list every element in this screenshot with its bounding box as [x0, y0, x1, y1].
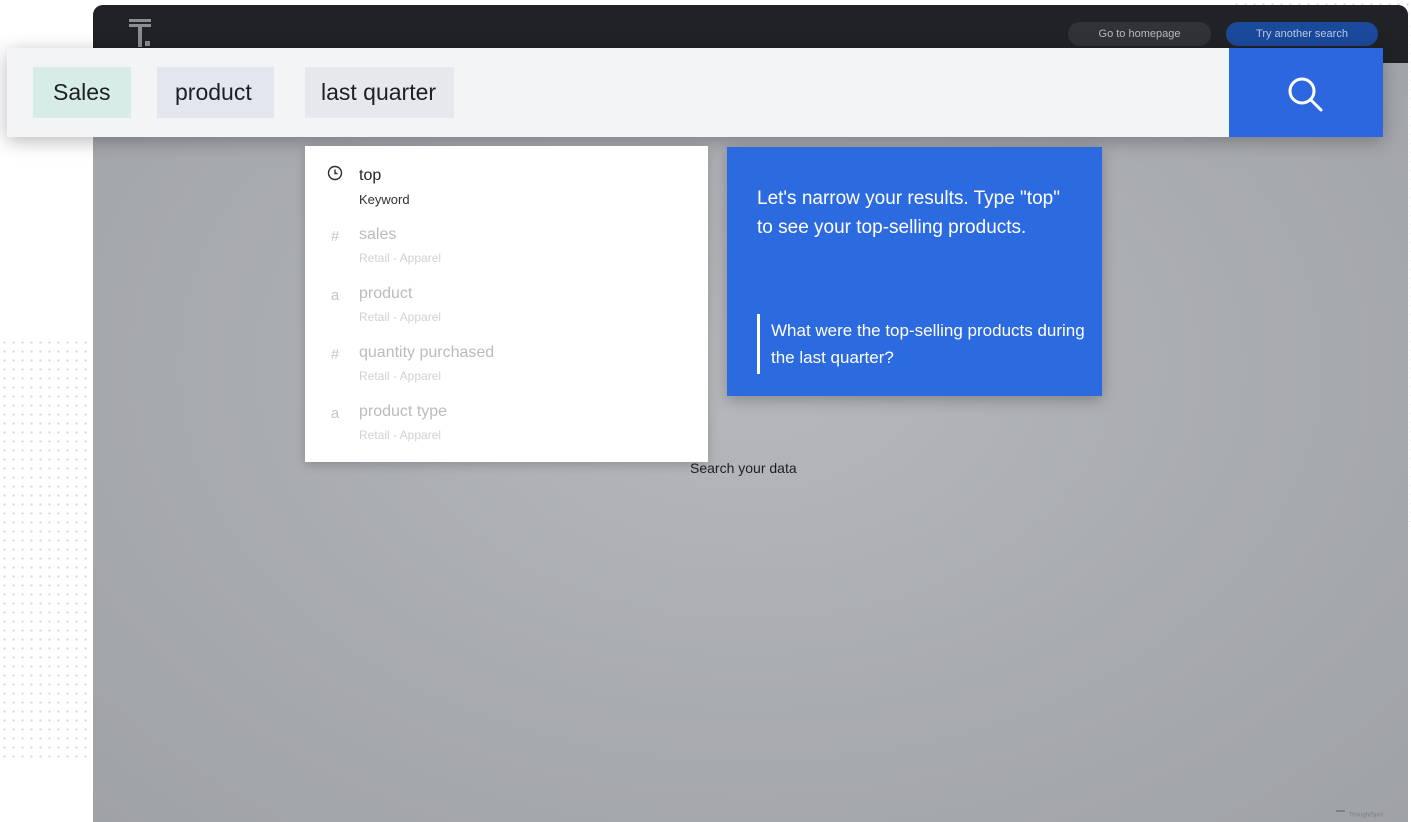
callout-text: Let's narrow your results. Type "top" to…: [757, 188, 1060, 238]
thoughtspot-logo-icon: [1335, 810, 1345, 820]
suggestion-source: Retail - Apparel: [359, 310, 442, 324]
suggestion-top[interactable]: top Keyword: [305, 160, 708, 216]
search-bar[interactable]: Sales product last quarter: [7, 48, 1383, 137]
go-to-homepage-button[interactable]: Go to homepage: [1068, 22, 1211, 46]
attribute-icon: a: [330, 287, 340, 304]
callout-quote-bar: [757, 314, 760, 374]
search-token-product[interactable]: product: [157, 67, 274, 118]
suggestion-name: quantity purchased: [359, 344, 495, 361]
attribute-icon: a: [330, 405, 340, 422]
measure-icon: #: [330, 346, 340, 363]
clock-icon: [325, 165, 345, 185]
suggestion-quantity-purchased[interactable]: # quantity purchased Retail - Apparel: [305, 337, 708, 393]
dot-pattern-left: [0, 338, 92, 758]
suggestion-name: product type: [359, 403, 448, 420]
search-token-sales[interactable]: Sales: [33, 67, 131, 118]
search-button[interactable]: [1229, 48, 1383, 137]
suggestion-source: Retail - Apparel: [359, 428, 442, 442]
search-your-data-label: Search your data: [690, 460, 797, 476]
measure-icon: #: [330, 228, 340, 245]
logo-icon[interactable]: [129, 19, 157, 49]
suggestion-dropdown: top Keyword # sales Retail - Apparel a p…: [305, 146, 708, 462]
suggestion-product[interactable]: a product Retail - Apparel: [305, 278, 708, 334]
watermark: ThoughtSpot: [1335, 810, 1383, 820]
callout-question: What were the top-selling products durin…: [771, 321, 1085, 367]
suggestion-name: top: [359, 167, 382, 184]
search-token-last-quarter[interactable]: last quarter: [305, 67, 455, 118]
guidance-callout: Let's narrow your results. Type "top" to…: [727, 147, 1102, 396]
suggestion-source: Keyword: [359, 192, 410, 207]
suggestion-name: sales: [359, 226, 397, 243]
search-icon: [1288, 77, 1323, 112]
suggestion-name: product: [359, 285, 413, 302]
suggestion-product-type[interactable]: a product type Retail - Apparel: [305, 396, 708, 452]
suggestion-source: Retail - Apparel: [359, 251, 442, 265]
suggestion-source: Retail - Apparel: [359, 369, 442, 383]
watermark-text: ThoughtSpot: [1348, 812, 1383, 819]
try-another-search-button[interactable]: Try another search: [1226, 22, 1378, 46]
suggestion-sales[interactable]: # sales Retail - Apparel: [305, 219, 708, 275]
